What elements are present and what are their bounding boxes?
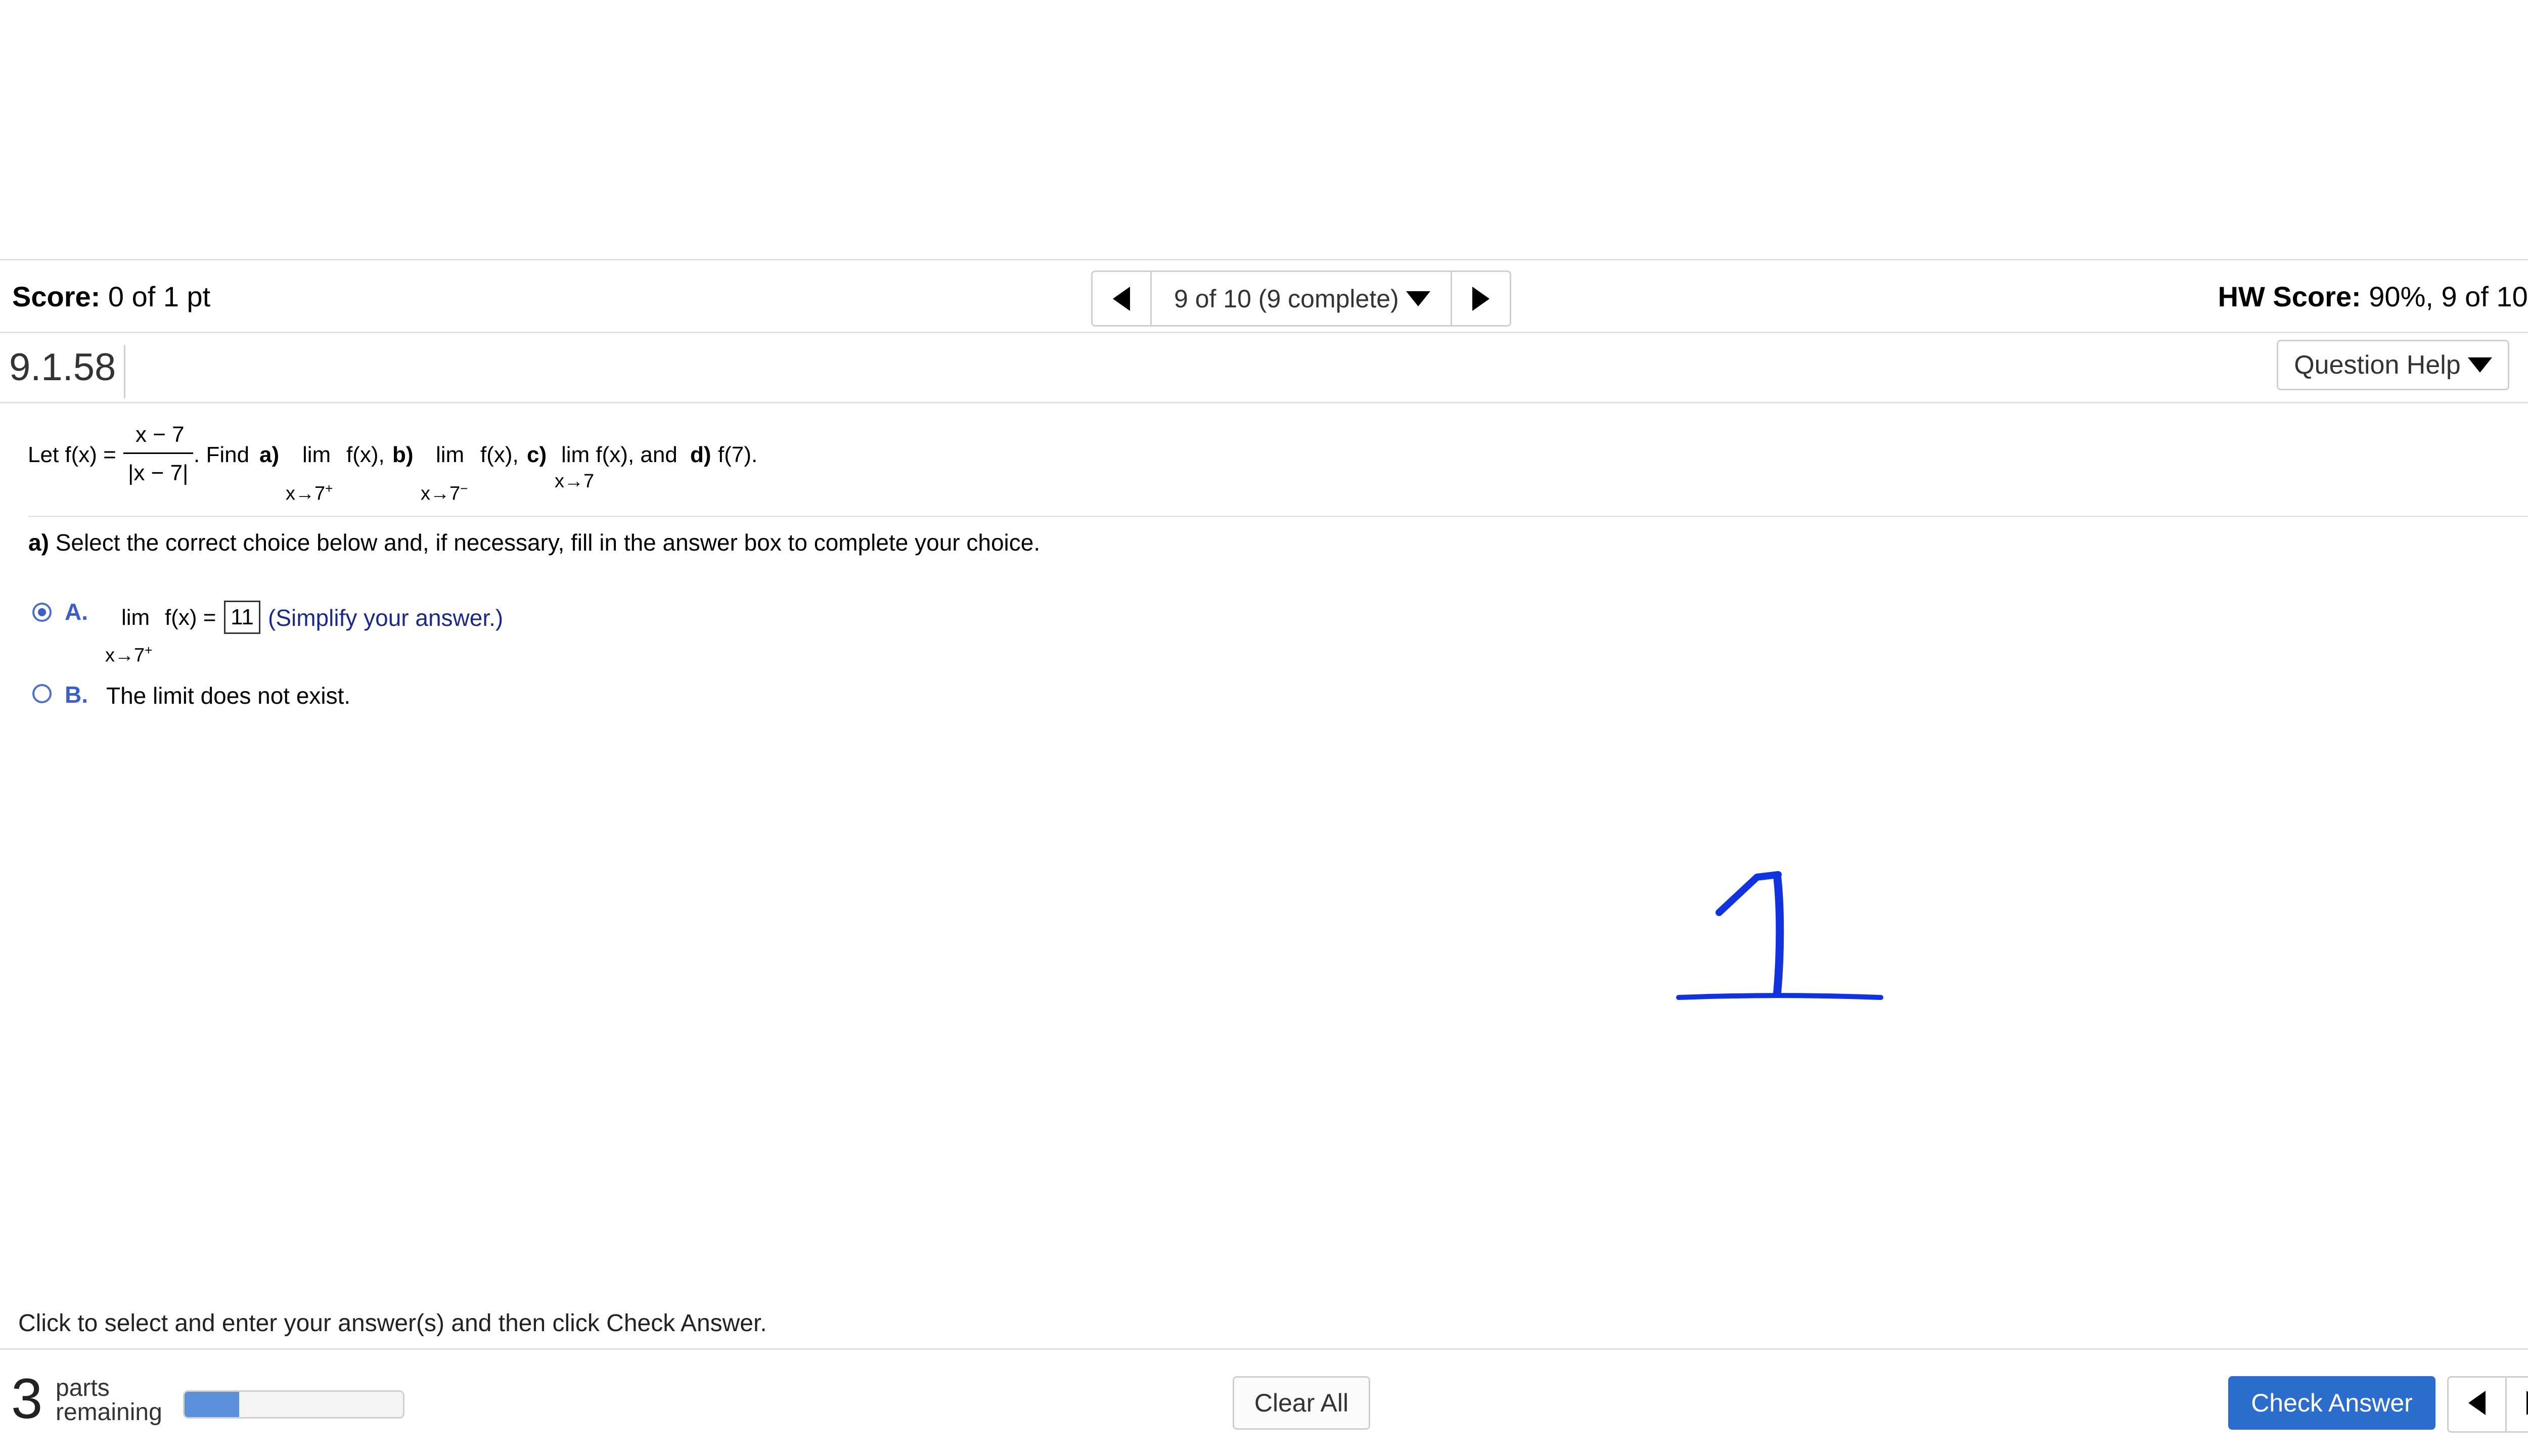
remaining-word: remaining [56, 1399, 162, 1426]
part-a-instruction-text: Select the correct choice below and, if … [55, 529, 1041, 556]
parts-word: parts [56, 1375, 110, 1401]
footer-next-button[interactable] [2507, 1378, 2528, 1428]
caret-down-icon [2467, 357, 2492, 373]
lim-b-subscript: x→7− [421, 477, 468, 505]
footer-navigator [2447, 1376, 2528, 1433]
part-a-label: a) [259, 442, 280, 467]
question-number: 9.1.58 [9, 345, 126, 398]
choice-a-approach: x→7 [105, 645, 145, 666]
next-question-button[interactable] [1452, 272, 1510, 325]
lim-a: lim [302, 442, 331, 467]
handwritten-one-drawing [1676, 871, 1883, 1000]
hw-score-value: 90%, 9 of 10 pts [2369, 281, 2528, 312]
lim-a-subscript: x→7+ [286, 477, 333, 505]
simplify-hint: (Simplify your answer.) [268, 605, 504, 631]
part-c-label: c) [527, 442, 547, 467]
fraction-bar [123, 452, 193, 454]
problem-let: Let f(x) = [28, 442, 116, 467]
choice-b-letter[interactable]: B. [65, 680, 88, 709]
choice-b-radio[interactable] [32, 684, 52, 703]
choice-a-radio[interactable] [32, 603, 52, 622]
triangle-left-icon [2468, 1391, 2486, 1415]
lim-c-subscript: x→7 [555, 471, 595, 492]
triangle-right-icon [1472, 286, 1489, 311]
hw-score: HW Score: 90%, 9 of 10 pts [2218, 279, 2528, 314]
question-select-dropdown[interactable]: 9 of 10 (9 complete) [1152, 272, 1451, 325]
lim-b-approach: x→7 [421, 483, 461, 505]
part-b-label: b) [392, 442, 414, 467]
lim-a-direction: + [325, 481, 333, 496]
top-divider [0, 259, 2528, 260]
question-help-button[interactable]: Question Help [2277, 340, 2509, 390]
choice-a-fx: f(x) = [165, 605, 216, 630]
parts-remaining-label: parts remaining [56, 1376, 162, 1425]
footer-previous-button[interactable] [2449, 1378, 2505, 1428]
previous-question-button[interactable] [1093, 272, 1150, 325]
question-navigator: 9 of 10 (9 complete) [1091, 270, 1511, 327]
answer-input[interactable]: 11 [224, 601, 260, 634]
check-answer-button[interactable]: Check Answer [2228, 1376, 2435, 1430]
progress-bar [183, 1390, 404, 1419]
fraction-numerator: x − 7 [136, 422, 185, 447]
d-expression: f(7). [718, 442, 758, 467]
fx-b: f(x), [480, 442, 519, 467]
choice-b-text[interactable]: The limit does not exist. [106, 682, 350, 709]
header-divider [0, 402, 2528, 403]
fx-a: f(x), [346, 442, 385, 467]
footer-divider [0, 1348, 2528, 1350]
score: Score: 0 of 1 pt [12, 279, 210, 314]
clear-all-button[interactable]: Clear All [1233, 1376, 1370, 1430]
part-d-label: d) [690, 442, 711, 467]
lim-c-expression: lim f(x), and [561, 442, 678, 467]
score-divider [0, 332, 2528, 333]
lim-a-approach: x→7 [286, 483, 326, 505]
choice-a-direction: + [145, 643, 153, 658]
caret-down-icon [1406, 291, 1430, 306]
hw-score-label: HW Score: [2218, 281, 2361, 312]
choice-a-subscript: x→7+ [105, 639, 152, 667]
choice-a-letter[interactable]: A. [65, 598, 88, 626]
parts-remaining-count: 3 [11, 1367, 43, 1430]
footer-instruction: Click to select and enter your answer(s)… [18, 1310, 767, 1337]
part-a-instruction-label: a) [28, 529, 49, 556]
lim-b-direction: − [460, 481, 468, 496]
part-a-instruction: a) Select the correct choice below and, … [28, 528, 1040, 557]
fraction-denominator: |x − 7| [128, 461, 189, 485]
question-help-label: Question Help [2294, 350, 2461, 380]
question-position: 9 of 10 (9 complete) [1174, 284, 1399, 313]
progress-fill [185, 1392, 239, 1417]
choice-a-lim: lim [121, 605, 150, 630]
problem-find: . Find [194, 442, 250, 467]
score-value: 0 of 1 pt [108, 281, 211, 312]
problem-divider [28, 516, 2528, 517]
lim-b: lim [436, 442, 465, 467]
score-label: Score: [12, 281, 101, 312]
triangle-left-icon [1113, 286, 1130, 311]
